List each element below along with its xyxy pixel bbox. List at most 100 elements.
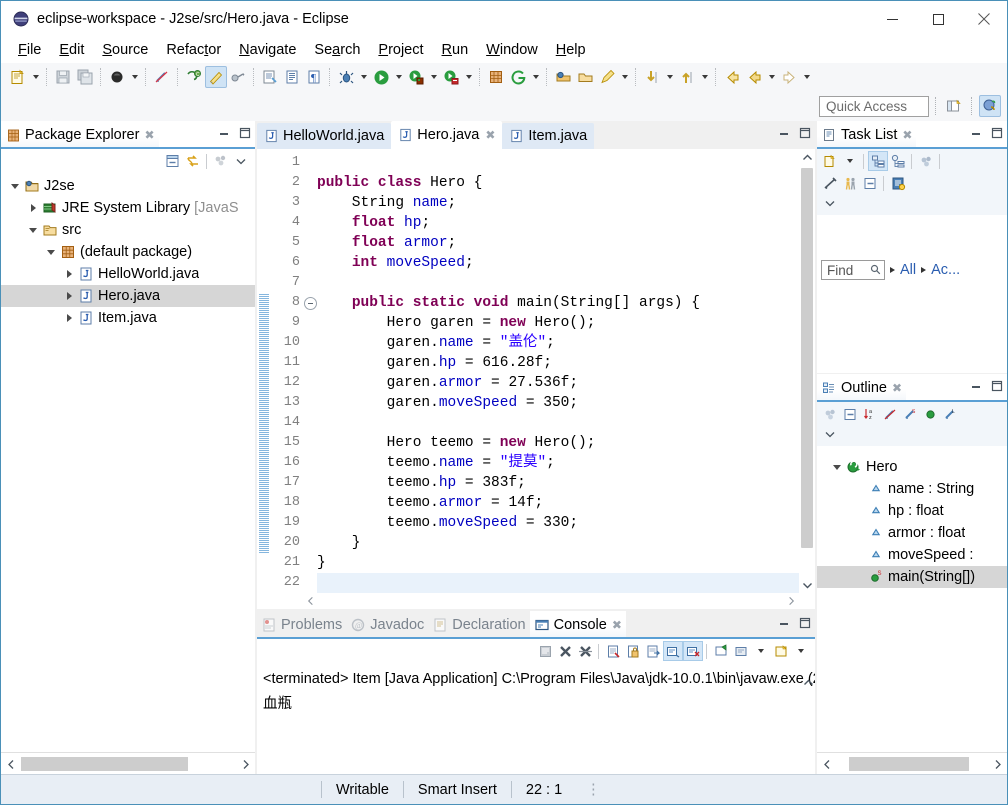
hscroll-thumb[interactable]	[21, 757, 188, 771]
code-line[interactable]: }	[317, 553, 799, 573]
tree-item[interactable]: moveSpeed :	[817, 544, 1007, 566]
focus-on-workweek-icon[interactable]	[820, 173, 840, 193]
show-print-margin-icon[interactable]: ¶	[303, 66, 325, 88]
scroll-lock-icon[interactable]	[603, 641, 623, 661]
task-find-input[interactable]: Find	[821, 260, 885, 280]
coverage-icon[interactable]	[440, 66, 462, 88]
chevron-right-icon[interactable]	[66, 270, 72, 278]
editor-tab[interactable]: Item.java	[502, 123, 595, 149]
tree-expander[interactable]	[61, 285, 77, 307]
task-list-minimize-icon[interactable]	[969, 126, 983, 140]
synchronize-icon[interactable]	[916, 151, 936, 171]
code-line[interactable]: String name;	[317, 193, 799, 213]
show-console-on-error-icon[interactable]	[683, 641, 703, 661]
code-line[interactable]: garen.moveSpeed = 350;	[317, 393, 799, 413]
tree-item[interactable]: Hero.java	[1, 285, 255, 307]
task-list-maximize-icon[interactable]	[990, 126, 1004, 140]
code-line[interactable]	[317, 153, 799, 173]
maximize-button[interactable]	[915, 1, 961, 37]
code-line[interactable]: garen.hp = 616.28f;	[317, 353, 799, 373]
view-chevron-icon[interactable]	[820, 424, 840, 444]
package-explorer-hscrollbar[interactable]	[1, 752, 255, 775]
open-perspective-icon[interactable]	[943, 95, 965, 117]
code-line[interactable]	[317, 273, 799, 293]
package-explorer-minimize-icon[interactable]	[217, 126, 231, 140]
open-type-icon[interactable]	[259, 66, 281, 88]
code-line[interactable]: garen.armor = 27.536f;	[317, 373, 799, 393]
hide-non-public-icon[interactable]	[920, 404, 940, 424]
outline-close-icon[interactable]: ✖	[892, 381, 902, 395]
console-vscrollbar[interactable]	[801, 663, 815, 775]
annotation-dropdown-arrow[interactable]	[618, 66, 631, 88]
console-minimize-icon[interactable]	[777, 616, 791, 630]
editor-maximize-icon[interactable]	[798, 126, 812, 140]
console-menu-dropdown[interactable]	[791, 641, 811, 661]
tree-expander[interactable]	[61, 307, 77, 329]
skip-dropdown-arrow[interactable]	[128, 66, 141, 88]
next-dropdown-arrow[interactable]	[663, 66, 676, 88]
new-task-icon[interactable]	[820, 151, 840, 171]
menu-refactor[interactable]: Refactor	[157, 39, 230, 61]
editor-vscrollbar[interactable]	[799, 149, 815, 593]
skip-breakpoints-icon[interactable]	[106, 66, 128, 88]
menu-source[interactable]: Source	[93, 39, 157, 61]
forward-dropdown-arrow[interactable]	[800, 66, 813, 88]
tree-item[interactable]: armor : float	[817, 522, 1007, 544]
bottom-panel-tab[interactable]: @ Javadoc	[346, 611, 428, 639]
hide-local-types-icon[interactable]: L	[940, 404, 960, 424]
scroll-up-icon[interactable]	[799, 149, 815, 165]
tab-task-list[interactable]: Task List ✖	[817, 121, 917, 149]
show-console-on-output-icon[interactable]	[663, 641, 683, 661]
new-dropdown-arrow[interactable]	[29, 66, 42, 88]
open-console-icon[interactable]	[711, 641, 731, 661]
chevron-down-icon[interactable]	[833, 464, 841, 470]
forward-icon[interactable]	[778, 66, 800, 88]
link-with-editor-icon[interactable]	[183, 151, 203, 171]
tree-item[interactable]: JRE System Library [JavaS	[1, 197, 255, 219]
outline-minimize-icon[interactable]	[969, 379, 983, 393]
fold-collapse-icon[interactable]	[304, 297, 317, 310]
editor-minimize-icon[interactable]	[777, 126, 791, 140]
package-explorer-maximize-icon[interactable]	[238, 126, 252, 140]
external-dropdown-arrow[interactable]	[427, 66, 440, 88]
minimize-button[interactable]	[869, 1, 915, 37]
menu-project[interactable]: Project	[369, 39, 432, 61]
chevron-down-icon[interactable]	[29, 227, 37, 233]
scroll-left-icon[interactable]	[303, 593, 319, 609]
view-menu-icon[interactable]	[211, 151, 231, 171]
bottom-panel-tab[interactable]: Problems	[257, 611, 346, 639]
hscroll-track[interactable]	[319, 593, 783, 609]
code-line[interactable]: public class Hero {	[317, 173, 799, 193]
back-alt-icon[interactable]	[743, 66, 765, 88]
new-annotation-icon[interactable]	[596, 66, 618, 88]
folding-ruler[interactable]	[303, 149, 317, 593]
tree-expander[interactable]	[43, 241, 59, 263]
java-perspective-icon[interactable]	[979, 95, 1001, 117]
editor-hscrollbar[interactable]	[257, 593, 815, 609]
menu-search[interactable]: Search	[305, 39, 369, 61]
categorized-view-icon[interactable]	[868, 151, 888, 171]
code-line[interactable]: Hero teemo = new Hero();	[317, 433, 799, 453]
code-line[interactable]: }	[317, 533, 799, 553]
tree-item[interactable]: name : String	[817, 478, 1007, 500]
vscroll-thumb[interactable]	[801, 168, 813, 548]
new-java-project-icon[interactable]: C	[183, 66, 205, 88]
hscroll-track[interactable]	[21, 757, 235, 771]
code-line[interactable]: teemo.armor = 14f;	[317, 493, 799, 513]
link-with-editor-icon[interactable]	[227, 66, 249, 88]
hscroll-track[interactable]	[837, 757, 987, 771]
scroll-right-icon[interactable]	[235, 754, 255, 774]
display-selected-console-icon[interactable]	[643, 641, 663, 661]
coverage-dropdown-arrow[interactable]	[462, 66, 475, 88]
task-list-close-icon[interactable]: ✖	[902, 128, 912, 142]
code-line[interactable]: garen.name = "盖伦";	[317, 333, 799, 353]
tree-item[interactable]: Item.java	[1, 307, 255, 329]
chevron-right-icon[interactable]	[66, 292, 72, 300]
tree-expander[interactable]	[7, 175, 23, 197]
console-maximize-icon[interactable]	[798, 616, 812, 630]
code-line[interactable]: Hero garen = new Hero();	[317, 313, 799, 333]
outline-maximize-icon[interactable]	[990, 379, 1004, 393]
pin-console-icon[interactable]	[623, 641, 643, 661]
new-java-class-icon[interactable]	[205, 66, 227, 88]
hscroll-thumb[interactable]	[849, 757, 969, 771]
